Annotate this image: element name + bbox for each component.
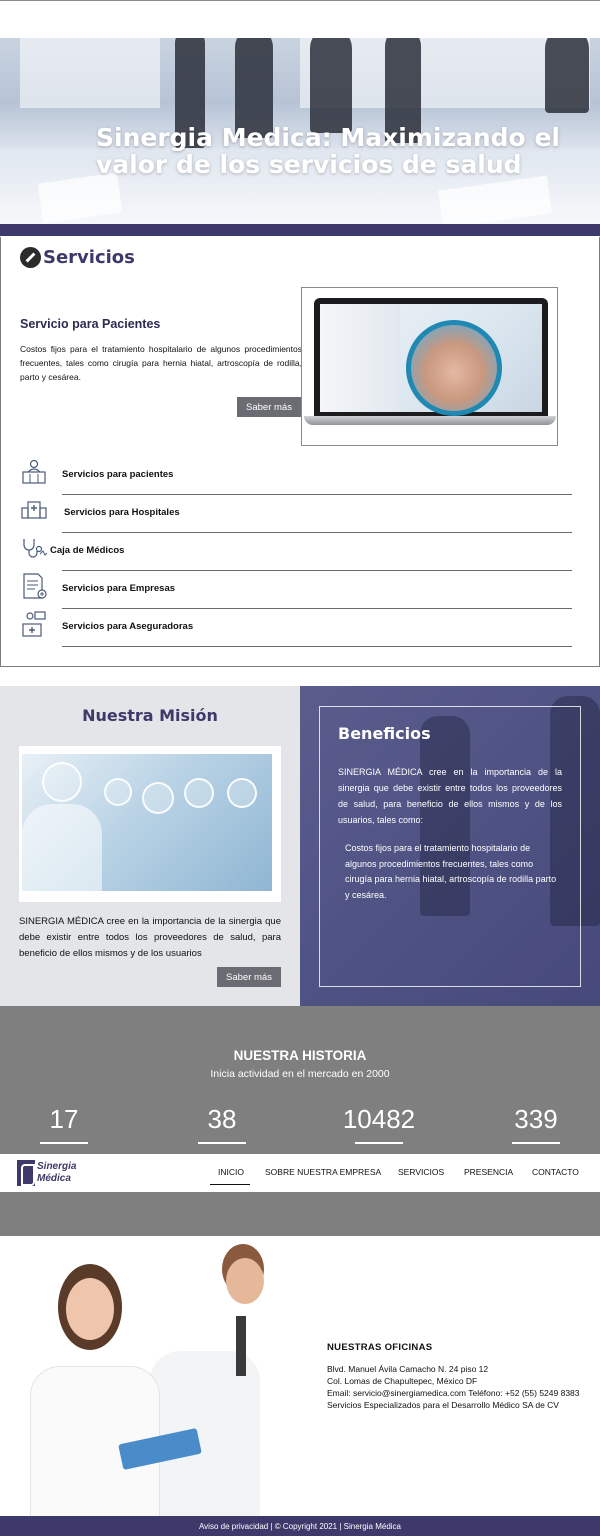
logo-mark-icon [17, 1160, 35, 1186]
servicios-header: Servicios [20, 247, 135, 268]
logo-text-line1: Sinergia [37, 1161, 77, 1172]
stat-value: 10482 [342, 1104, 416, 1134]
stat-underline [355, 1142, 403, 1144]
hospital-icon [20, 496, 48, 524]
service-item-label: Servicios para Aseguradoras [62, 621, 194, 632]
service-item-caja[interactable]: Caja de Médicos [20, 534, 572, 572]
stethoscope-icon [20, 534, 48, 562]
medical-ring [42, 762, 82, 802]
doctors-photo [0, 1236, 264, 1516]
services-list: Servicios para pacientes Servicios para … [20, 458, 572, 648]
stat-underline [40, 1142, 88, 1144]
beneficios-title: Beneficios [338, 724, 431, 743]
stat-underline [512, 1142, 560, 1144]
footer: Aviso de privacidad | © Copyright 2021 |… [0, 1516, 600, 1536]
service-item-pacientes[interactable]: Servicios para pacientes [20, 458, 572, 496]
oficinas-address: Blvd. Manuel Ávila Camacho N. 24 piso 12 [327, 1364, 489, 1374]
laptop-screen-photo [320, 304, 542, 416]
beneficios-text: SINERGIA MÉDICA cree en la importancia d… [338, 767, 562, 825]
oficinas-contact: Email: servicio@sinergiamedica.com Teléf… [327, 1388, 580, 1398]
featured-service-title: Servicio para Pacientes [20, 317, 161, 331]
nav-inicio[interactable]: INICIO [218, 1167, 244, 1177]
male-doctor-face [226, 1258, 264, 1304]
medical-ring [184, 778, 214, 808]
mision-title: Nuestra Misión [82, 706, 218, 725]
footer-text: Aviso de privacidad | © Copyright 2021 |… [198, 1521, 401, 1531]
service-item-label: Servicios para Empresas [62, 583, 176, 594]
service-item-aseguradoras[interactable]: Servicios para Aseguradoras [20, 610, 572, 648]
stat-value: 339 [514, 1104, 558, 1134]
service-item-label: Servicios para pacientes [62, 469, 174, 480]
oficinas-colonia: Col. Lomas de Chapultepec, México DF [327, 1376, 478, 1386]
male-doctor-tie [236, 1316, 246, 1376]
divider [62, 570, 572, 571]
laptop-screen [314, 298, 548, 416]
female-doctor-face [66, 1278, 114, 1340]
holding-hands-circle [406, 320, 502, 416]
service-item-empresas[interactable]: Servicios para Empresas [20, 572, 572, 610]
mision-image [19, 746, 281, 902]
medical-ring [104, 778, 132, 806]
oficinas-title: NUESTRAS OFICINAS [327, 1342, 433, 1353]
service-item-hospitales[interactable]: Servicios para Hospitales [20, 496, 572, 534]
insurance-icon [20, 610, 48, 638]
divider [62, 494, 572, 495]
divider [62, 532, 572, 533]
nav-presencia[interactable]: PRESENCIA [464, 1167, 513, 1177]
divider [62, 646, 572, 647]
stat-value: 17 [49, 1104, 79, 1134]
nav-sobre-nuestra-empresa[interactable]: SOBRE NUESTRA EMPRESA [265, 1167, 381, 1177]
servicios-section: Servicios Servicio para Pacientes Costos… [0, 237, 600, 667]
nav-contacto[interactable]: CONTACTO [532, 1167, 579, 1177]
saber-mas-button[interactable]: Saber más [237, 397, 301, 417]
grey-band [0, 1192, 600, 1236]
historia-title: NUESTRA HISTORIA [233, 1048, 367, 1063]
oficinas-company: Servicios Especializados para el Desarro… [327, 1400, 559, 1410]
featured-service-text: Costos fijos para el tratamiento hospita… [20, 344, 302, 382]
hero-person [310, 38, 352, 133]
mision-section: Nuestra Misión SINERGIA MÉDICA cree en l… [0, 686, 300, 1006]
medical-ring [142, 782, 174, 814]
service-item-label: Caja de Médicos [50, 545, 125, 556]
nav-servicios[interactable]: SERVICIOS [398, 1167, 444, 1177]
hero-window [20, 38, 160, 108]
medical-icons-photo [22, 754, 272, 891]
hero-banner: Sinergia Medica: Maximizando el valor de… [0, 38, 600, 224]
doctor-coat [320, 304, 400, 412]
main-nav: Sinergia Médica INICIO SOBRE NUESTRA EMP… [0, 1154, 600, 1192]
divider [62, 608, 572, 609]
servicios-title: Servicios [43, 247, 135, 268]
top-border [0, 0, 600, 1]
mision-text: SINERGIA MÉDICA cree en la importancia d… [19, 916, 281, 959]
stat-value: 38 [207, 1104, 237, 1134]
laptop-base [304, 416, 556, 425]
reception-icon [20, 458, 48, 486]
brand-logo[interactable]: Sinergia Médica [17, 1158, 79, 1188]
hero-person [545, 38, 589, 113]
hero-accent-bar [0, 224, 600, 236]
pencil-icon [20, 247, 41, 268]
beneficios-section: Beneficios SINERGIA MÉDICA cree en la im… [300, 686, 600, 1006]
medical-ring [227, 778, 257, 808]
laptop-image [301, 287, 558, 446]
mision-saber-mas-button[interactable]: Saber más [217, 967, 281, 987]
historia-section: NUESTRA HISTORIA Inicia actividad en el … [0, 1006, 600, 1154]
stat-underline [198, 1142, 246, 1144]
hero-title: Sinergia Medica: Maximizando el valor de… [96, 123, 560, 179]
historia-subtitle: Inicia actividad en el mercado en 2000 [210, 1068, 390, 1080]
nav-active-indicator [210, 1184, 250, 1185]
gloved-hand [22, 804, 102, 891]
document-icon [20, 572, 48, 600]
service-item-label: Servicios para Hospitales [64, 507, 180, 518]
beneficios-item: Costos fijos para el tratamiento hospita… [345, 843, 557, 900]
logo-text-line2: Médica [37, 1173, 71, 1184]
